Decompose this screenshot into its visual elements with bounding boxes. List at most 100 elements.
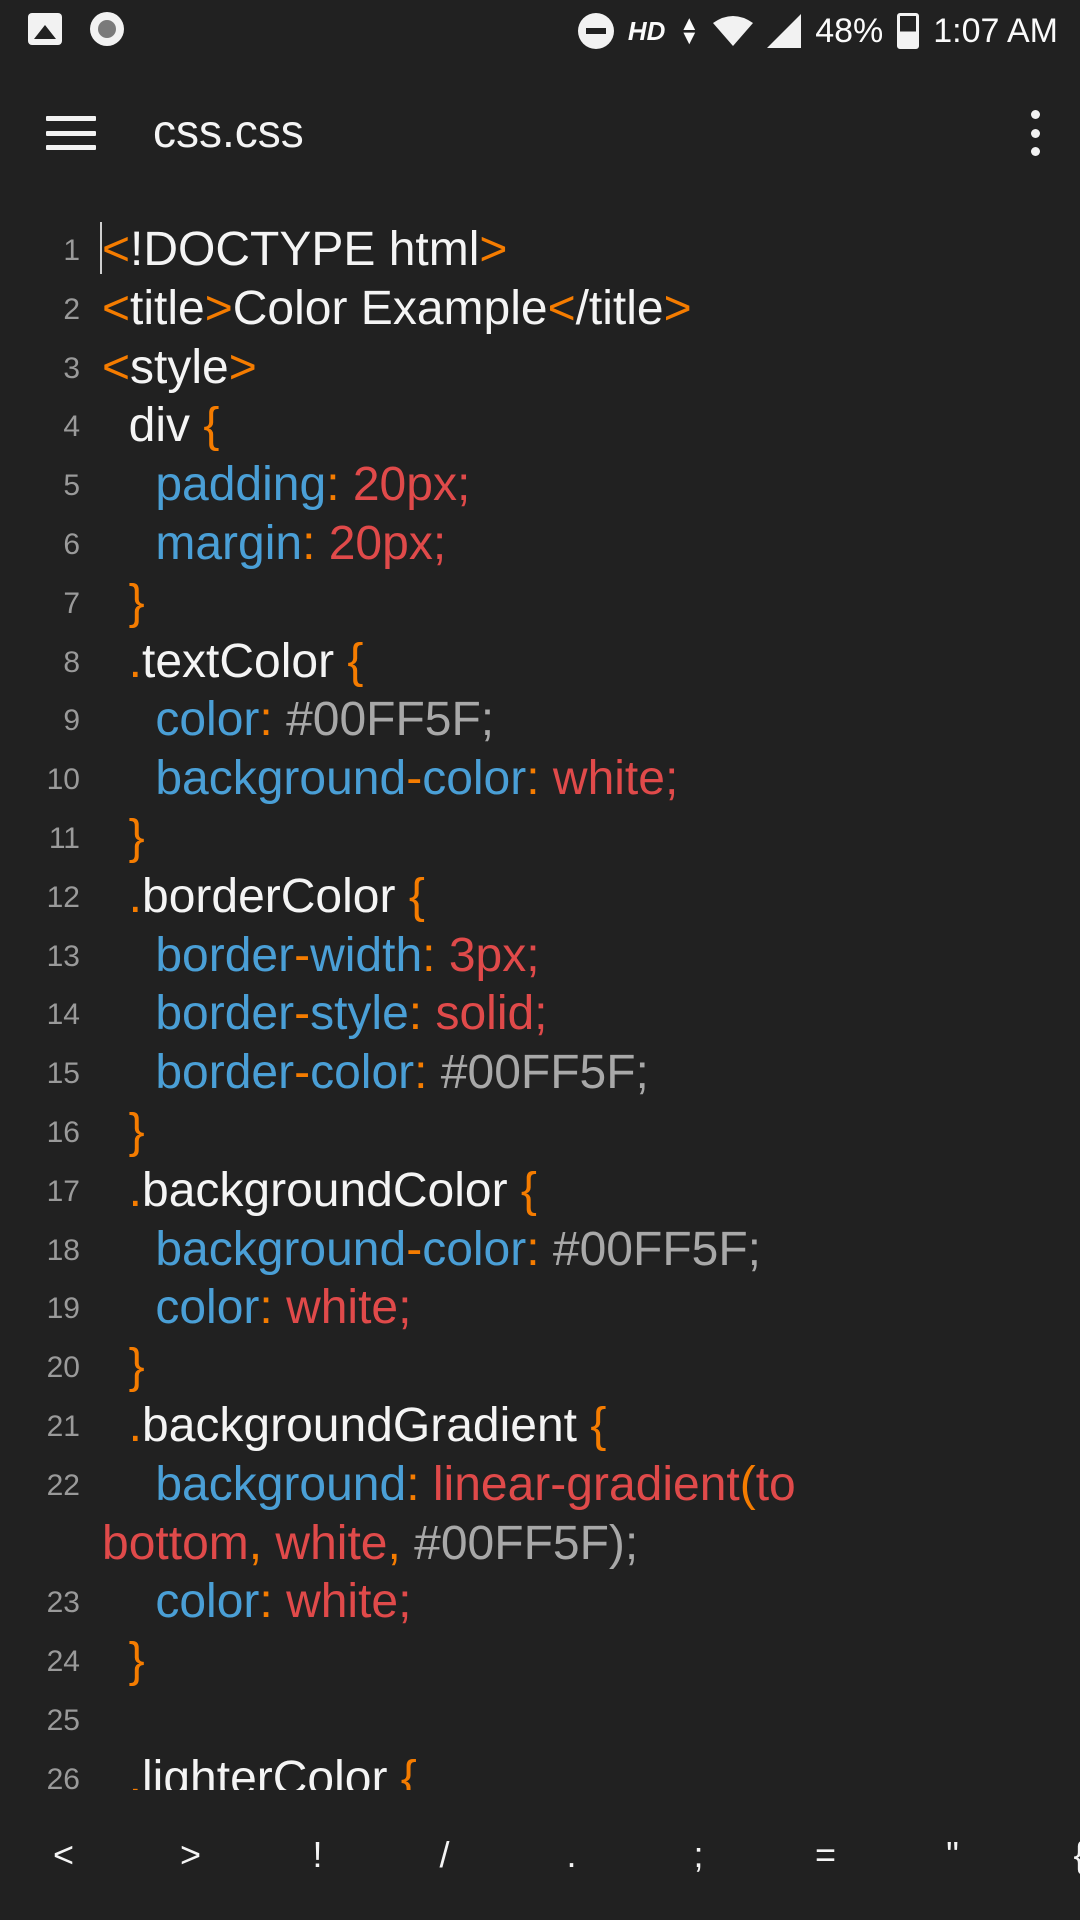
more-vert-icon[interactable] — [1020, 110, 1050, 156]
line-number: 26 — [46, 1762, 80, 1790]
line-number: 10 — [46, 763, 80, 797]
code-token: lighterColor — [142, 1751, 401, 1790]
symbol-key[interactable]: < — [0, 1834, 127, 1876]
line-number: 6 — [63, 528, 80, 561]
symbol-key[interactable]: / — [381, 1834, 508, 1876]
code-line[interactable]: 11 } — [0, 808, 1080, 867]
code-token: Color Example — [232, 281, 548, 335]
code-line[interactable]: 22 background: linear-gradient(to — [0, 1455, 1080, 1514]
code-line[interactable]: 7 } — [0, 573, 1080, 632]
code-text: .lighterColor { — [102, 1749, 417, 1790]
line-number: 25 — [46, 1704, 80, 1737]
file-title: css.css — [153, 105, 304, 157]
code-token: . — [102, 1399, 143, 1452]
code-line[interactable]: 4 div { — [0, 396, 1080, 455]
code-line[interactable]: 9 color: #00FF5F; — [0, 690, 1080, 749]
line-number: 22 — [46, 1468, 80, 1502]
symbol-bar: <>!/.;="{ — [0, 1790, 1080, 1920]
code-line[interactable]: 23 color: white; — [0, 1572, 1080, 1631]
code-line[interactable]: 2 <title>Color Example</title> — [0, 279, 1080, 338]
code-line[interactable]: 26 .lighterColor { — [0, 1749, 1080, 1790]
app-bar: css.css — [0, 64, 1080, 204]
code-line[interactable]: 17 .backgroundColor { — [0, 1161, 1080, 1220]
code-text: <!DOCTYPE html> — [102, 220, 507, 279]
code-token: margin — [102, 517, 303, 570]
code-token: padding — [102, 458, 327, 512]
code-line[interactable]: 1 <!DOCTYPE html> — [0, 220, 1080, 279]
code-token: background — [102, 1222, 407, 1276]
code-token: 3px; — [448, 928, 540, 982]
code-token: - — [294, 1046, 311, 1100]
text-cursor — [100, 222, 102, 274]
code-text: color: white; — [102, 1278, 411, 1337]
code-token: { — [347, 634, 364, 688]
code-token: style — [130, 340, 229, 394]
code-token: white — [275, 1516, 388, 1570]
code-line[interactable]: 5 padding: 20px; — [0, 455, 1080, 514]
symbol-key[interactable]: " — [889, 1834, 1016, 1876]
symbol-key[interactable]: { — [1016, 1834, 1080, 1876]
code-token: background — [102, 752, 407, 806]
code-text: background: linear-gradient(to — [102, 1455, 795, 1514]
code-token: } — [102, 575, 145, 629]
code-token: . — [102, 634, 143, 688]
symbol-key[interactable]: ! — [254, 1834, 381, 1876]
code-line[interactable]: 3 <style> — [0, 338, 1080, 397]
code-line-wrap[interactable]: bottom, white, #00FF5F); — [0, 1514, 1080, 1573]
code-token: solid; — [435, 987, 548, 1041]
code-text: .textColor { — [102, 632, 364, 691]
code-token: color — [310, 1046, 415, 1100]
code-text: .borderColor { — [102, 867, 425, 926]
code-line[interactable]: 19 color: white; — [0, 1278, 1080, 1337]
code-line[interactable]: 16 } — [0, 1102, 1080, 1161]
code-token: - — [294, 987, 311, 1041]
code-text: background-color: #00FF5F; — [102, 1220, 761, 1279]
code-line[interactable]: 8 .textColor { — [0, 632, 1080, 691]
code-token: { — [590, 1399, 607, 1452]
symbol-key[interactable]: ; — [635, 1834, 762, 1876]
code-line[interactable]: 12 .borderColor { — [0, 867, 1080, 926]
code-token: color — [422, 752, 527, 806]
code-text: } — [102, 1102, 145, 1161]
code-text: div { — [102, 396, 220, 455]
code-token: - — [406, 1222, 423, 1276]
symbol-key[interactable]: = — [762, 1834, 889, 1876]
code-line[interactable]: 6 margin: 20px; — [0, 514, 1080, 573]
code-token: div — [102, 399, 204, 453]
code-token: , — [387, 1516, 415, 1570]
code-token: white; — [286, 1575, 412, 1629]
code-line[interactable]: 21 .backgroundGradient { — [0, 1396, 1080, 1455]
code-token: < — [547, 281, 576, 335]
code-text: <style> — [102, 338, 257, 397]
code-editor[interactable]: 1 <!DOCTYPE html> 2 <title>Color Example</t… — [0, 220, 1080, 1790]
code-token: /title — [575, 281, 664, 335]
symbol-key[interactable]: . — [508, 1834, 635, 1876]
code-text: padding: 20px; — [102, 455, 470, 514]
code-token: : — [406, 1457, 433, 1511]
code-token: width — [310, 928, 423, 982]
code-line[interactable]: 20 } — [0, 1337, 1080, 1396]
code-token: { — [203, 399, 220, 453]
code-token: style — [310, 987, 409, 1041]
code-token: > — [228, 340, 257, 394]
line-number: 15 — [46, 1057, 80, 1091]
code-token: > — [204, 281, 233, 335]
code-line[interactable]: 10 background-color: white; — [0, 749, 1080, 808]
code-line[interactable]: 14 border-style: solid; — [0, 984, 1080, 1043]
code-line[interactable]: 24 } — [0, 1631, 1080, 1690]
code-line[interactable]: 18 background-color: #00FF5F; — [0, 1220, 1080, 1279]
line-number: 24 — [46, 1645, 80, 1679]
symbol-key[interactable]: > — [127, 1834, 254, 1876]
code-line[interactable]: 13 border-width: 3px; — [0, 926, 1080, 985]
code-token: color — [422, 1222, 527, 1276]
code-token: background — [102, 1457, 407, 1511]
code-token: !DOCTYPE html — [130, 223, 480, 276]
line-number: 7 — [63, 586, 80, 620]
code-line[interactable]: 25 — [0, 1690, 1080, 1749]
code-text: } — [102, 808, 145, 867]
code-line[interactable]: 15 border-color: #00FF5F; — [0, 1043, 1080, 1102]
code-token: - — [406, 752, 423, 806]
line-number: 13 — [46, 939, 80, 973]
code-token: { — [400, 1751, 417, 1790]
menu-icon[interactable] — [46, 116, 96, 150]
